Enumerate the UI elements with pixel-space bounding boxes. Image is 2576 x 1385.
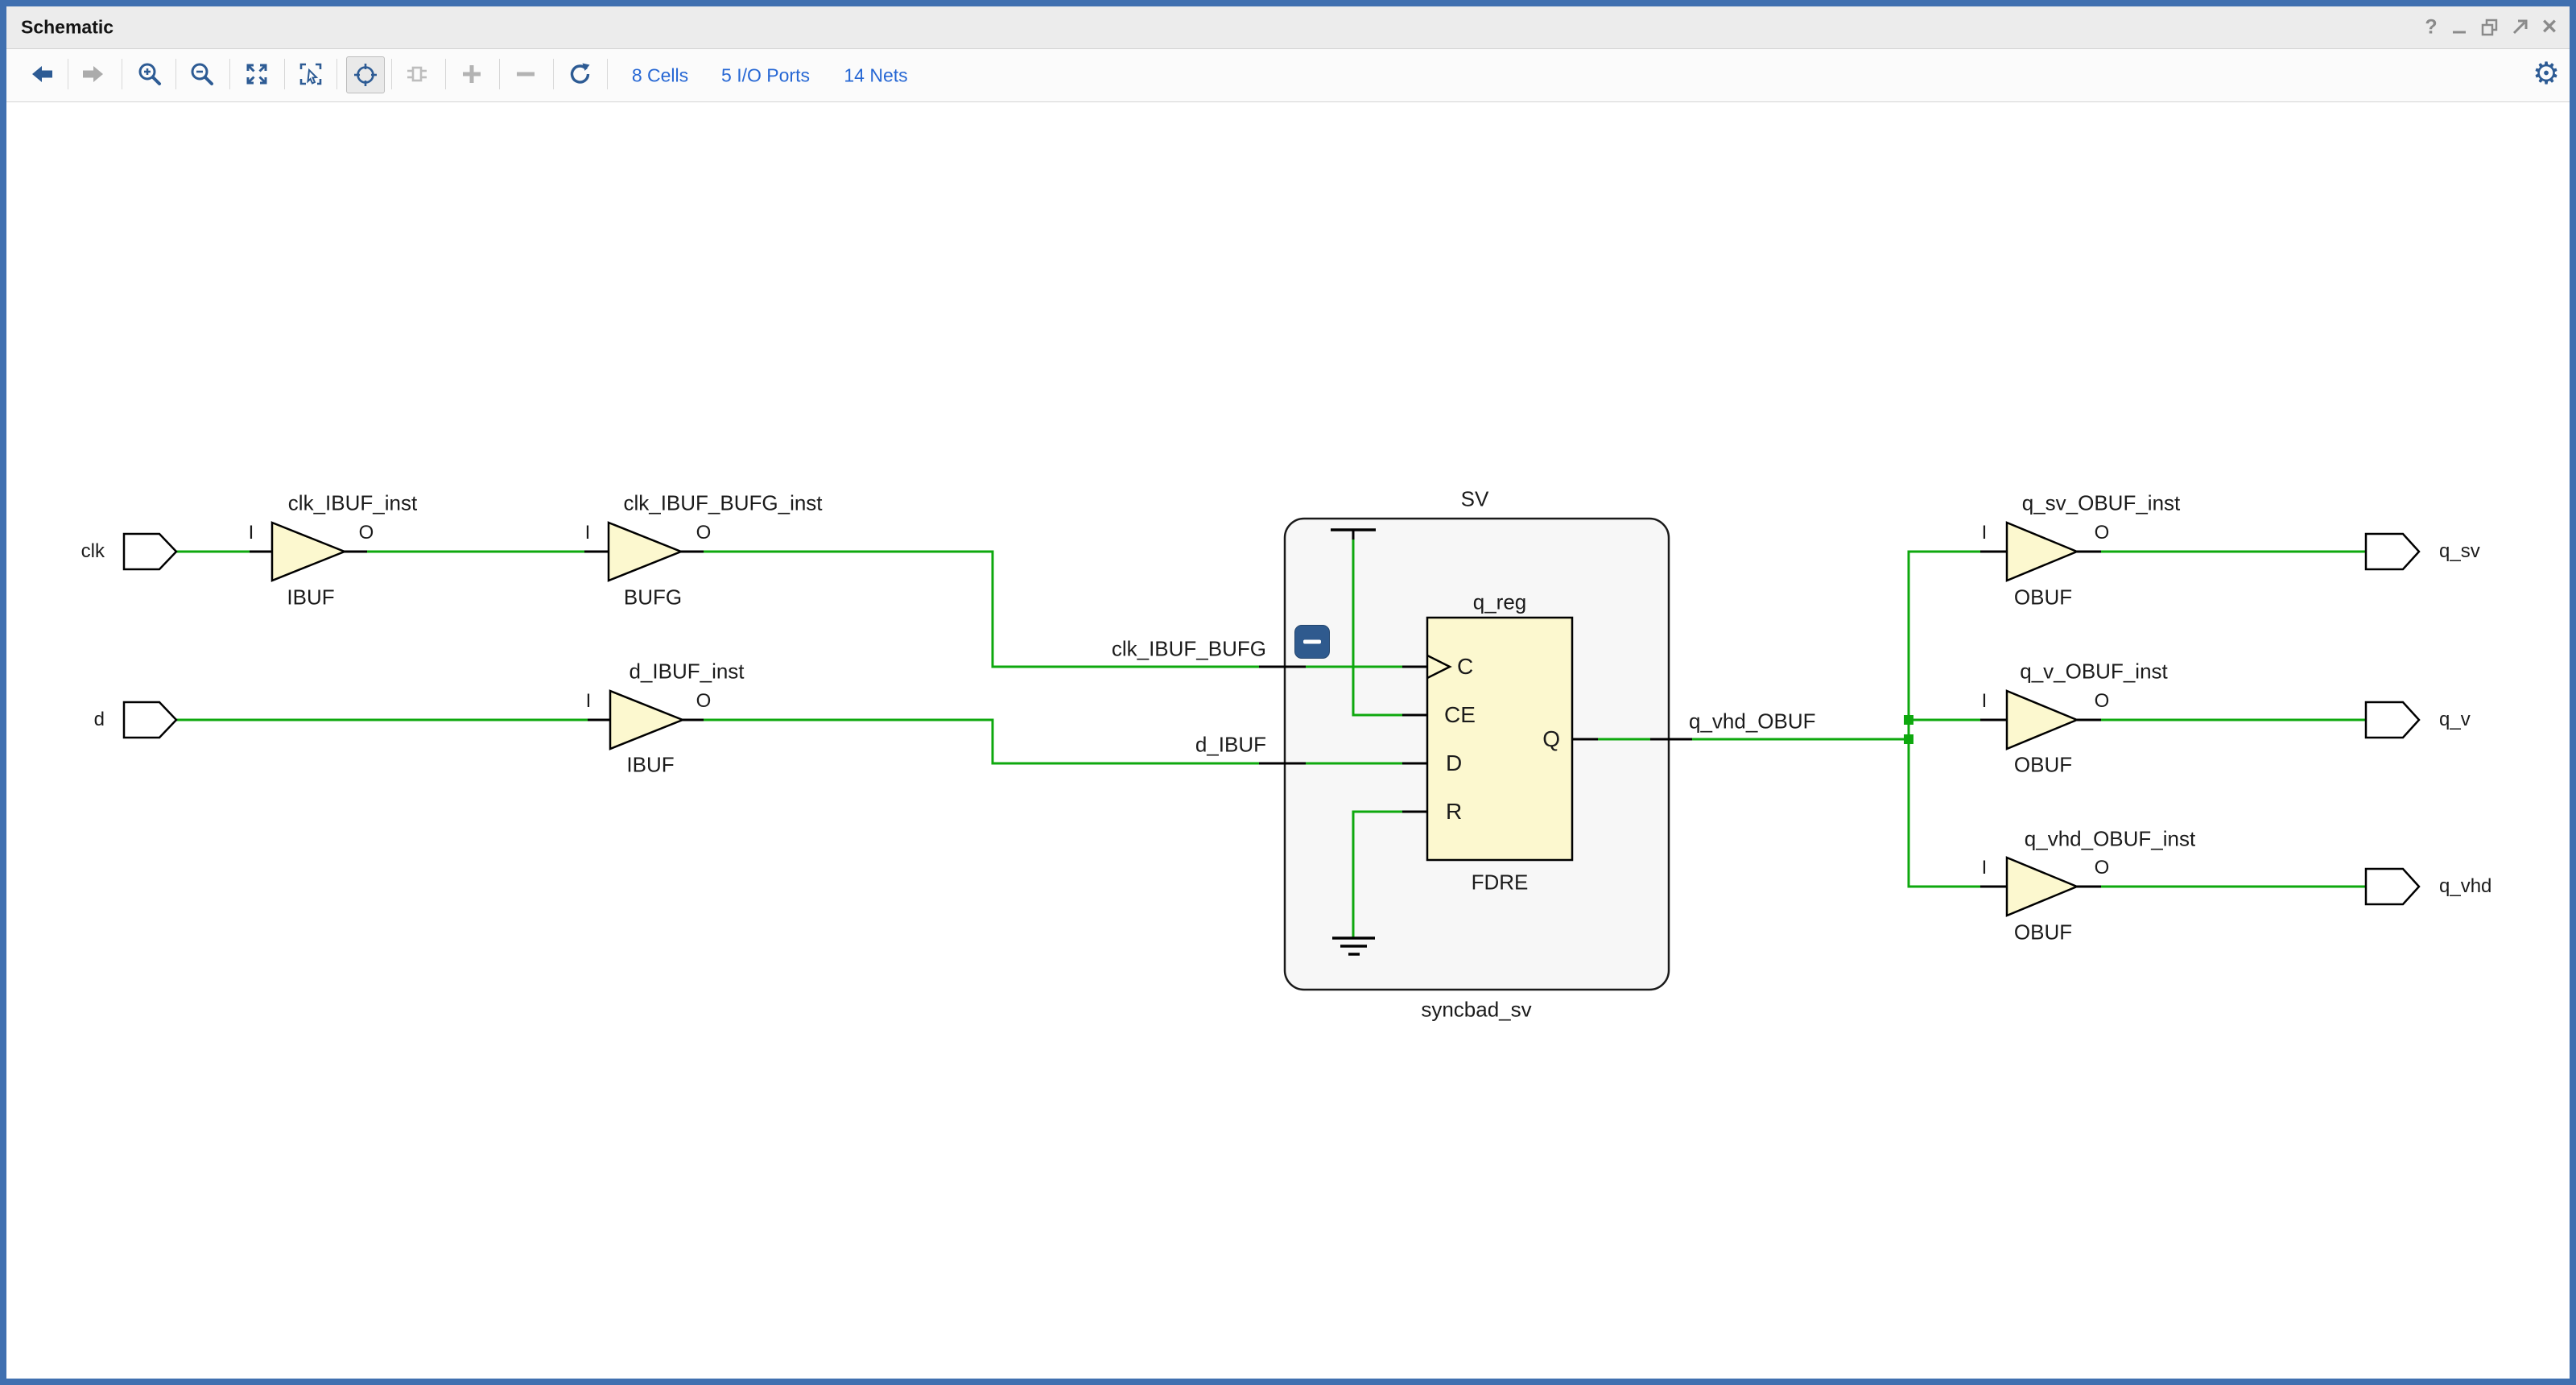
forward-icon[interactable] — [74, 56, 111, 92]
net-d-ibuf[interactable] — [704, 720, 1261, 763]
toolbar: 8 Cells 5 I/O Ports 14 Nets ⚙ — [6, 49, 2570, 102]
cell-clk-ibuf[interactable] — [272, 523, 345, 581]
instance-label: q_sv_OBUF_inst — [2022, 491, 2181, 516]
cell-type-label: BUFG — [624, 585, 682, 610]
net-label-clk-ibuf-bufg: clk_IBUF_BUFG — [1112, 637, 1266, 662]
zoom-in-icon[interactable] — [131, 56, 168, 92]
pin-label-i: I — [1982, 522, 1988, 544]
register-type-label: FDRE — [1472, 870, 1529, 895]
pin-label-i: I — [586, 690, 592, 713]
cells-count-link[interactable]: 8 Cells — [632, 64, 688, 86]
instance-label: q_v_OBUF_inst — [2020, 659, 2168, 684]
port-label-q-v: q_v — [2439, 709, 2471, 731]
fdre-pin-r: R — [1446, 799, 1462, 825]
pin-label-o: O — [696, 690, 712, 713]
cell-q-vhd-obuf[interactable] — [2007, 858, 2077, 916]
output-port-q-vhd[interactable] — [2366, 869, 2419, 904]
io-ports-count-link[interactable]: 5 I/O Ports — [721, 64, 810, 86]
schematic-canvas[interactable] — [6, 102, 2570, 1379]
input-port-clk[interactable] — [124, 534, 176, 569]
cell-type-label: OBUF — [2014, 920, 2072, 945]
help-icon[interactable]: ? — [2425, 18, 2437, 38]
pin-label-o: O — [696, 522, 712, 544]
net-junction-dot — [1904, 734, 1913, 744]
pin-label-o: O — [2095, 690, 2110, 713]
zoom-out-icon[interactable] — [184, 56, 221, 92]
cell-d-ibuf[interactable] — [610, 691, 683, 749]
cell-q-sv-obuf[interactable] — [2007, 523, 2077, 581]
pin-label-o: O — [359, 522, 374, 544]
float-icon[interactable] — [2479, 17, 2500, 38]
port-label-clk: clk — [81, 540, 105, 563]
expand-cone-icon[interactable] — [398, 56, 436, 92]
output-port-q-v[interactable] — [2366, 702, 2419, 738]
net-junction-dot — [1904, 715, 1913, 725]
cell-type-label: OBUF — [2014, 585, 2072, 610]
close-icon[interactable]: ✕ — [2541, 18, 2558, 38]
schematic-drawing — [6, 102, 2570, 1379]
zoom-selection-icon[interactable] — [292, 56, 329, 92]
hierarchy-module-label: SV — [1461, 487, 1489, 512]
port-label-q-vhd: q_vhd — [2439, 875, 2491, 898]
schematic-window: Schematic ? ✕ — [0, 0, 2576, 1385]
title-bar: Schematic ? ✕ — [6, 6, 2570, 49]
net-label-d-ibuf: d_IBUF — [1195, 733, 1266, 758]
minimize-icon[interactable] — [2450, 18, 2469, 37]
back-icon[interactable] — [24, 56, 61, 92]
net-label-q-vhd-obuf: q_vhd_OBUF — [1689, 709, 1816, 734]
toolbar-separator — [175, 59, 176, 89]
port-label-q-sv: q_sv — [2439, 540, 2480, 563]
pin-label-i: I — [1982, 690, 1988, 713]
cell-clk-ibuf-bufg[interactable] — [609, 523, 681, 581]
maximize-icon[interactable] — [2509, 17, 2530, 38]
fdre-pin-ce: CE — [1444, 702, 1476, 728]
pin-label-i: I — [585, 522, 591, 544]
minus-icon — [1303, 640, 1321, 644]
autofit-selection-icon[interactable] — [346, 56, 385, 93]
register-instance-label: q_reg — [1473, 590, 1527, 615]
input-port-d[interactable] — [124, 702, 176, 738]
refresh-icon[interactable] — [561, 56, 598, 92]
output-port-q-sv[interactable] — [2366, 534, 2419, 569]
nets-count-link[interactable]: 14 Nets — [844, 64, 907, 86]
toolbar-separator — [229, 59, 230, 89]
remove-icon[interactable] — [507, 56, 544, 92]
zoom-fit-icon[interactable] — [238, 56, 275, 92]
settings-gear-icon[interactable]: ⚙ — [2528, 56, 2565, 92]
cell-type-label: OBUF — [2014, 753, 2072, 778]
port-label-d: d — [94, 709, 105, 731]
cell-type-label: IBUF — [626, 753, 674, 778]
toolbar-separator — [391, 59, 392, 89]
toolbar-separator — [284, 59, 285, 89]
instance-label: d_IBUF_inst — [629, 659, 744, 684]
pin-label-i: I — [1982, 857, 1988, 879]
toolbar-separator — [499, 59, 500, 89]
toolbar-separator — [553, 59, 554, 89]
instance-label: clk_IBUF_inst — [288, 491, 417, 516]
instance-label: clk_IBUF_BUFG_inst — [623, 491, 822, 516]
window-title: Schematic — [21, 17, 114, 39]
fdre-pin-q: Q — [1542, 726, 1560, 752]
cell-q-v-obuf[interactable] — [2007, 691, 2077, 749]
pin-label-o: O — [2095, 522, 2110, 544]
toolbar-separator — [445, 59, 446, 89]
cell-type-label: IBUF — [287, 585, 334, 610]
hierarchy-instance-label: syncbad_sv — [1421, 998, 1531, 1023]
instance-label: q_vhd_OBUF_inst — [2025, 827, 2195, 852]
fdre-pin-d: D — [1446, 750, 1462, 776]
fdre-pin-c: C — [1457, 654, 1473, 680]
toolbar-separator — [336, 59, 337, 89]
add-icon[interactable] — [453, 56, 490, 92]
pin-label-i: I — [249, 522, 254, 544]
pin-label-o: O — [2095, 857, 2110, 879]
collapse-hierarchy-button[interactable] — [1294, 625, 1330, 659]
toolbar-separator — [607, 59, 608, 89]
